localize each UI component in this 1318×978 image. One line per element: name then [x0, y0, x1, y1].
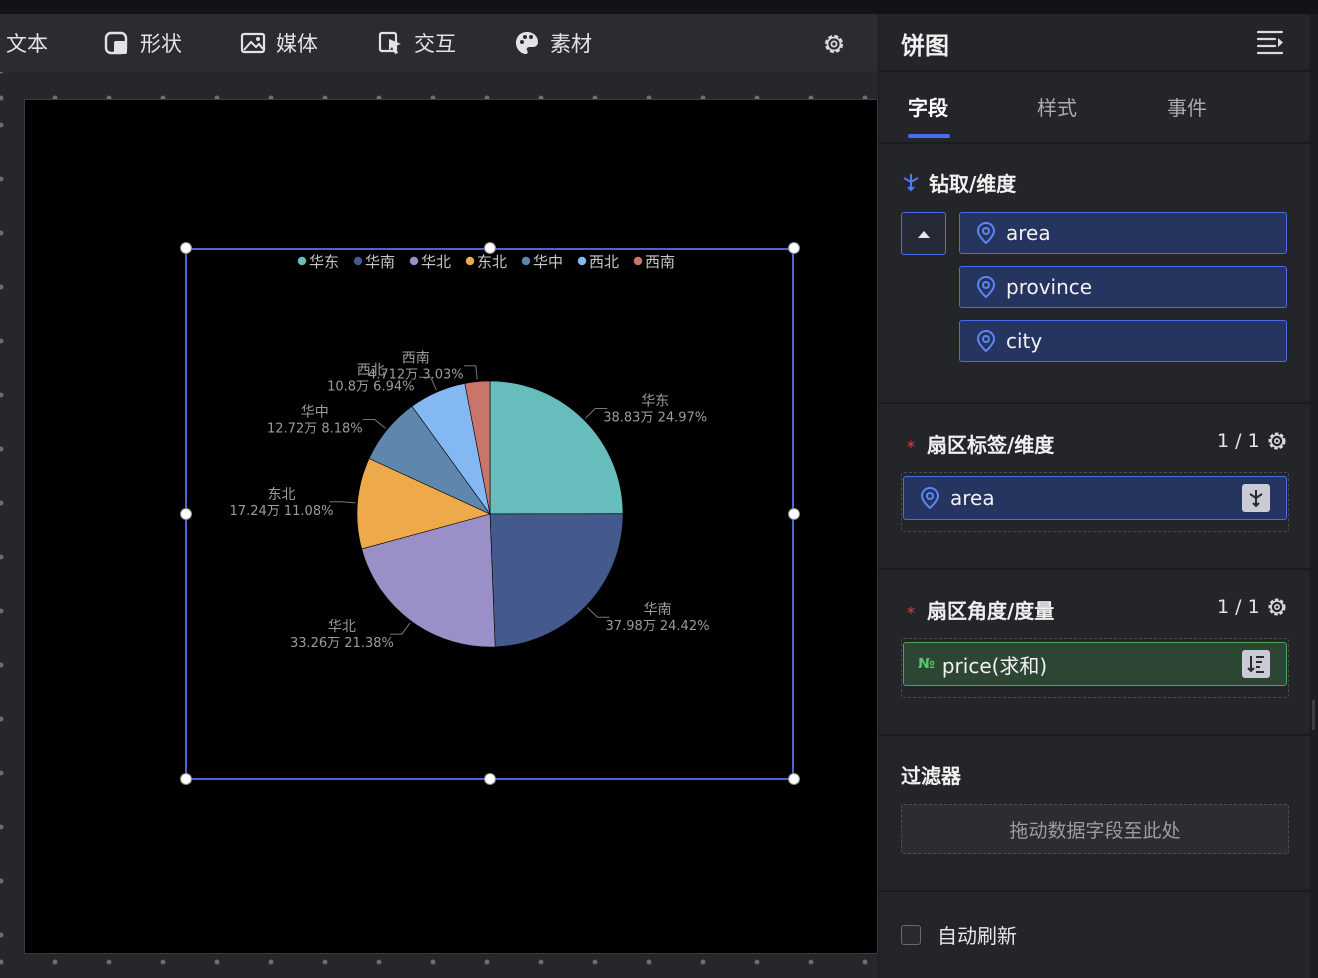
drill-field-city[interactable]: city — [959, 320, 1287, 362]
drill-icon — [1249, 490, 1263, 508]
drill-field-province[interactable]: province — [959, 266, 1287, 308]
toolbar-media-label: 媒体 — [276, 32, 318, 56]
tab-active-indicator — [908, 134, 950, 138]
image-icon — [240, 32, 266, 54]
auto-refresh-label: 自动刷新 — [937, 924, 1017, 948]
sort-icon — [1247, 656, 1264, 673]
toolbar-material-label: 素材 — [550, 32, 592, 56]
drill-field-label: city — [1006, 329, 1043, 353]
palette-icon — [516, 32, 538, 54]
sector-angle-count: 1 / 1 — [1217, 596, 1260, 618]
toolbar-text-label: 文本 — [6, 32, 48, 56]
gear-icon[interactable] — [820, 30, 848, 58]
divider — [879, 70, 1311, 72]
required-mark: * — [907, 437, 915, 456]
sector-angle-text: 扇区角度/度量 — [927, 599, 1055, 623]
toolbar-interaction-label: 交互 — [414, 32, 456, 56]
ruler-dots-bottom — [0, 959, 878, 965]
caret-up-icon — [917, 230, 930, 238]
location-pin-icon — [976, 222, 996, 244]
number-type-icon: № — [918, 656, 935, 672]
drill-collapse-button[interactable] — [901, 212, 946, 255]
toolbar-material[interactable]: 素材 — [514, 14, 592, 72]
sector-label-field[interactable]: area — [903, 476, 1287, 520]
tab-style[interactable]: 样式 — [1037, 92, 1077, 121]
selection-box[interactable] — [185, 248, 794, 780]
auto-refresh-toggle[interactable]: 自动刷新 — [901, 920, 1017, 949]
sector-label-counter: 1 / 1 — [1217, 430, 1288, 452]
resize-handle-top[interactable] — [484, 242, 496, 254]
sector-label-count: 1 / 1 — [1217, 430, 1260, 452]
canvas-toolbar: 文本 形状 媒体 交互 素材 — [0, 14, 878, 72]
toolbar-text[interactable]: 文本 — [6, 14, 48, 72]
panel-scrollbar-track[interactable] — [1310, 14, 1318, 978]
divider — [879, 142, 1311, 144]
sector-angle-field[interactable]: № price(求和) — [903, 642, 1287, 686]
gear-icon[interactable] — [1266, 596, 1288, 618]
tab-fields[interactable]: 字段 — [908, 92, 948, 121]
required-mark: * — [907, 603, 915, 622]
panel-title: 饼图 — [901, 32, 949, 60]
gear-icon[interactable] — [1266, 430, 1288, 452]
resize-handle-left[interactable] — [180, 508, 192, 520]
toolbar-shape[interactable]: 形状 — [104, 14, 182, 72]
drill-field-label: area — [1006, 221, 1051, 245]
resize-handle-right[interactable] — [788, 508, 800, 520]
sort-button[interactable] — [1242, 650, 1270, 678]
toolbar-media[interactable]: 媒体 — [240, 14, 318, 72]
resize-handle-top-right[interactable] — [788, 242, 800, 254]
panel-scrollbar-thumb[interactable] — [1312, 700, 1315, 730]
divider — [879, 568, 1311, 570]
sector-angle-title: * 扇区角度/度量 — [907, 595, 1054, 624]
location-pin-icon — [976, 330, 996, 352]
sector-angle-field-label: price(求和) — [941, 653, 1048, 678]
sector-label-text: 扇区标签/维度 — [927, 433, 1055, 457]
drill-toggle-button[interactable] — [1242, 484, 1270, 512]
drill-label: 钻取/维度 — [929, 172, 1017, 196]
location-pin-icon — [920, 487, 940, 509]
sector-label-field-label: area — [950, 486, 995, 510]
toolbar-shape-label: 形状 — [140, 32, 182, 56]
tab-events[interactable]: 事件 — [1167, 92, 1207, 121]
sector-label-title: * 扇区标签/维度 — [907, 429, 1054, 458]
menu-collapse-icon[interactable] — [1255, 28, 1285, 58]
filter-label: 过滤器 — [901, 764, 961, 788]
resize-handle-bottom-left[interactable] — [180, 773, 192, 785]
divider — [879, 890, 1311, 892]
divider — [879, 402, 1311, 404]
properties-panel: 饼图 字段 样式 事件 钻取/维度 area province city * 扇区… — [878, 14, 1311, 978]
filter-dropzone[interactable]: 拖动数据字段至此处 — [901, 804, 1289, 854]
shape-icon — [104, 31, 128, 55]
sector-angle-counter: 1 / 1 — [1217, 596, 1288, 618]
resize-handle-bottom-right[interactable] — [788, 773, 800, 785]
ruler-dots-left — [0, 72, 4, 978]
drill-icon — [903, 174, 919, 192]
pointer-icon — [378, 31, 401, 54]
location-pin-icon — [976, 276, 996, 298]
auto-refresh-checkbox[interactable] — [901, 924, 921, 945]
toolbar-interaction[interactable]: 交互 — [378, 14, 456, 72]
drill-field-area[interactable]: area — [959, 212, 1287, 254]
divider — [879, 734, 1311, 736]
resize-handle-bottom[interactable] — [484, 773, 496, 785]
resize-handle-top-left[interactable] — [180, 242, 192, 254]
drill-field-label: province — [1006, 275, 1093, 299]
top-strip — [0, 0, 1318, 14]
